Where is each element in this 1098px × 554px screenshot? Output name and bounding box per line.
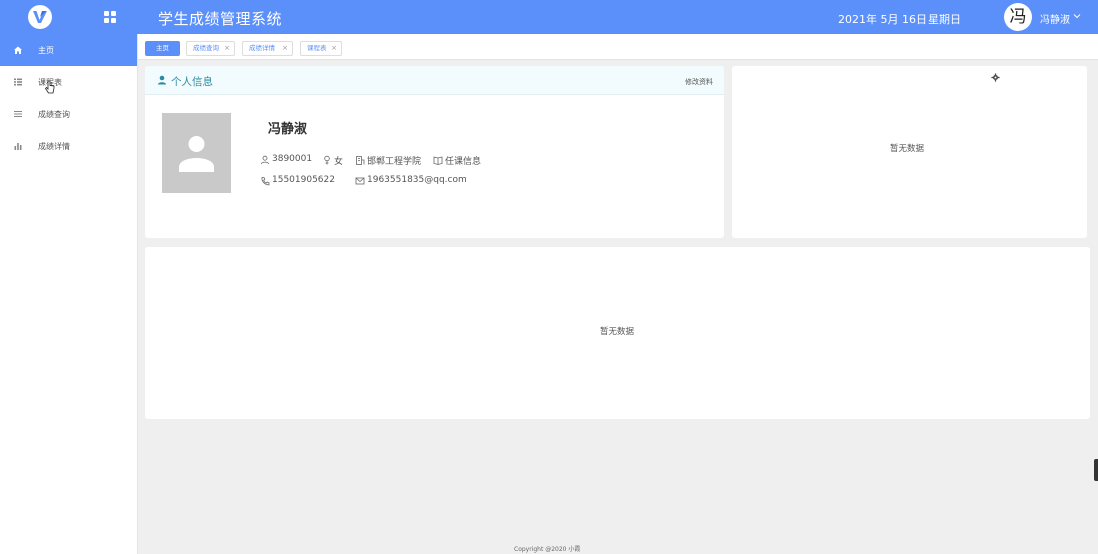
empty-state-text: 暂无数据 [890, 144, 925, 154]
sidebar-item-label: 主页 [38, 46, 54, 55]
course-info-label: 任课信息 [445, 157, 482, 167]
top-header: 学生成绩管理系统 2021年 5月 16日 星期日 冯 冯静淑 [0, 0, 1098, 34]
user-name-dropdown[interactable]: 冯静淑 [1040, 11, 1070, 26]
current-weekday: 星期日 [928, 13, 961, 26]
tab-home[interactable]: 主页 [145, 41, 180, 56]
side-drawer-handle[interactable] [1094, 459, 1098, 481]
sidebar-item-label: 成绩详情 [38, 142, 70, 151]
footer-copyright: Copyright @2020 小霞 [514, 546, 581, 553]
email-value: 1963551835@qq.com [367, 175, 467, 185]
sidebar-item-label: 成绩查询 [38, 110, 70, 119]
bottom-widget-card: 暂无数据 [145, 247, 1090, 419]
chevron-down-icon[interactable] [1073, 12, 1081, 20]
book-icon [433, 156, 443, 165]
tab-label: 课程表 [307, 44, 327, 52]
app-logo[interactable] [28, 5, 52, 29]
gender-icon [324, 155, 330, 165]
person-placeholder-icon [179, 136, 214, 172]
sidebar-item-grade-detail[interactable]: 成绩详情 [0, 130, 137, 162]
phone-value: 15501905622 [272, 175, 335, 185]
tab-grade-query[interactable]: 成绩查询 × [186, 41, 235, 56]
empty-state-text: 暂无数据 [600, 327, 635, 337]
app-grid-icon[interactable] [104, 11, 116, 23]
table-icon [14, 78, 22, 86]
bar-chart-icon [14, 143, 22, 150]
close-icon[interactable]: × [224, 42, 230, 55]
edit-profile-link[interactable]: 修改资料 [685, 77, 713, 87]
student-id-value: 3890001 [272, 154, 313, 164]
profile-name: 冯静淑 [268, 122, 308, 137]
home-icon [14, 46, 22, 54]
close-icon[interactable]: × [282, 42, 288, 55]
profile-card-header: 个人信息 修改资料 [145, 66, 724, 95]
mail-icon [355, 177, 365, 185]
list-icon [14, 111, 22, 117]
profile-card: 个人信息 修改资料 冯静淑 3890001 女 邯郸工程学院 任课信息 1550… [145, 66, 724, 238]
right-widget-card: 暂无数据 [732, 66, 1087, 238]
close-icon[interactable]: × [331, 42, 337, 55]
tab-bar: 主页 成绩查询 × 成绩详情 × 课程表 × [138, 34, 1098, 60]
profile-card-title: 个人信息 [171, 76, 213, 88]
phone-icon [261, 177, 270, 186]
user-outline-icon [261, 155, 269, 165]
tab-label: 主页 [156, 44, 169, 52]
gear-icon[interactable] [991, 73, 1000, 82]
current-date: 2021年 5月 16日 [838, 13, 927, 26]
tab-grade-detail[interactable]: 成绩详情 × [242, 41, 293, 56]
sidebar-item-home[interactable]: 主页 [0, 34, 137, 66]
sidebar-item-grade-query[interactable]: 成绩查询 [0, 98, 137, 130]
college-value: 邯郸工程学院 [367, 157, 422, 167]
sidebar: 主页 课程表 成绩查询 成绩详情 [0, 34, 138, 554]
tab-label: 成绩详情 [249, 44, 275, 52]
app-title: 学生成绩管理系统 [158, 10, 283, 28]
tab-schedule[interactable]: 课程表 × [300, 41, 342, 56]
building-icon [356, 156, 365, 165]
user-avatar[interactable]: 冯 [1004, 3, 1032, 31]
tab-label: 成绩查询 [193, 44, 219, 52]
gender-value: 女 [334, 157, 344, 167]
profile-photo [162, 113, 231, 193]
sidebar-item-schedule[interactable]: 课程表 [0, 66, 137, 98]
user-icon [158, 75, 166, 85]
sidebar-item-label: 课程表 [38, 78, 62, 87]
